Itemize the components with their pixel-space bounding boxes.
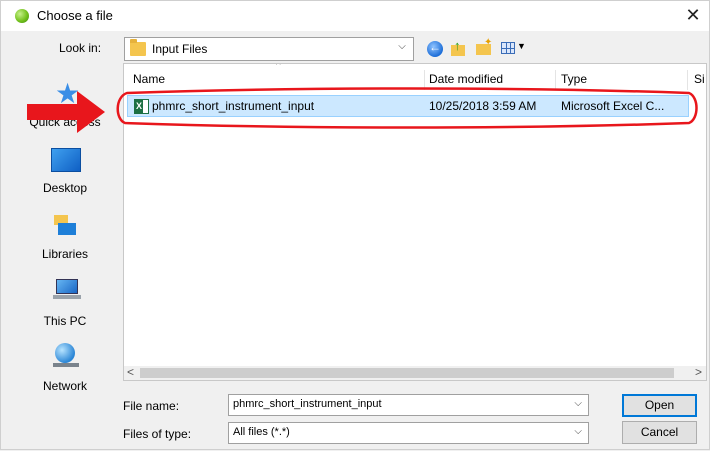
red-arrow-icon	[27, 91, 105, 133]
annotation-overlay	[27, 87, 698, 133]
file-chooser-dialog: Choose a file ✕ Look in: Input Files ⌵ ↑…	[0, 0, 710, 450]
red-highlight-outline	[116, 87, 698, 129]
